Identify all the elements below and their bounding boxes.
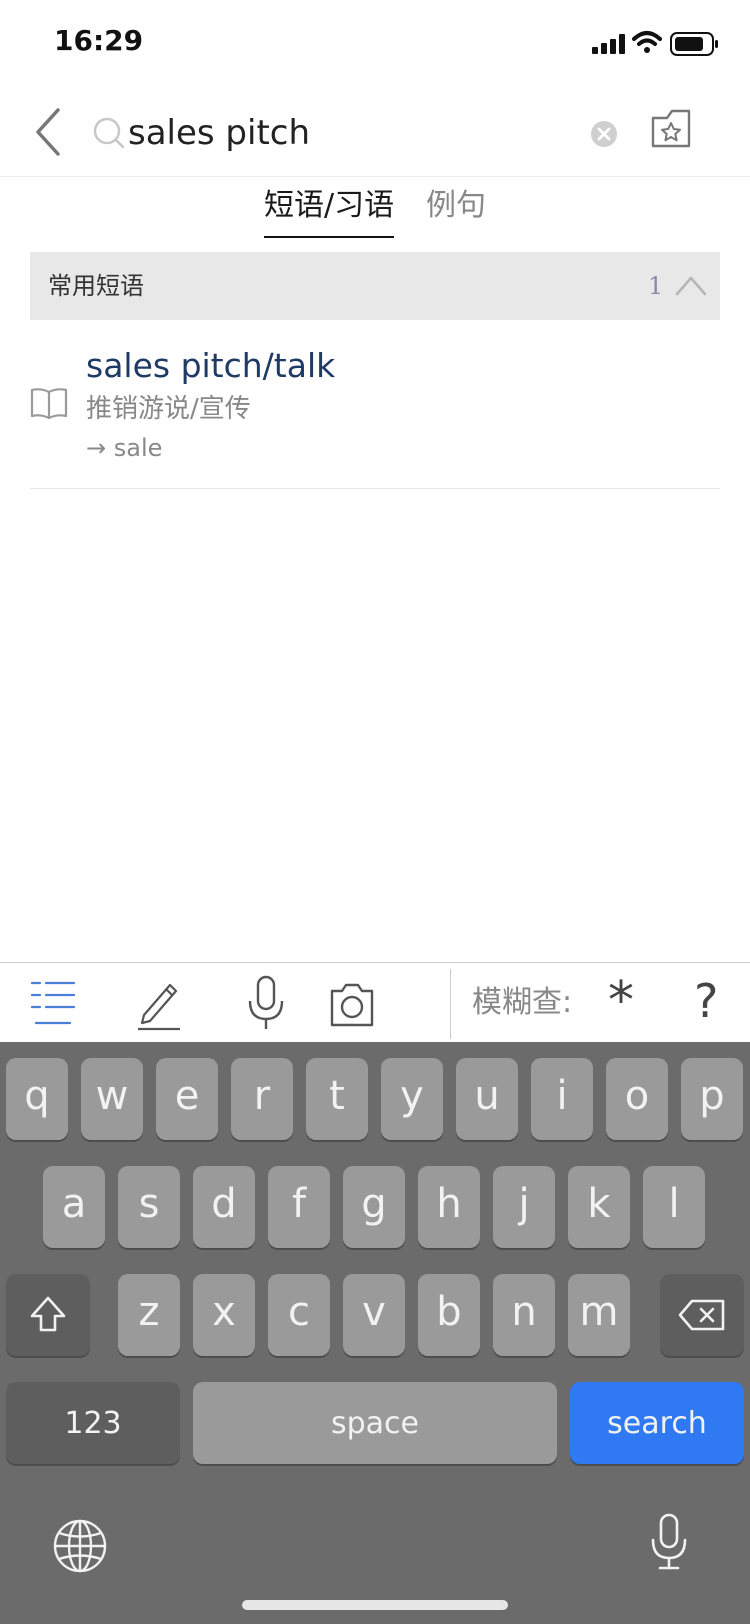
section-header-common-phrases[interactable]: 常用短语 1 xyxy=(30,252,720,320)
key-z[interactable]: z xyxy=(118,1274,180,1356)
shift-key[interactable] xyxy=(6,1274,90,1356)
camera-icon[interactable] xyxy=(328,975,376,1031)
key-w[interactable]: w xyxy=(81,1058,143,1140)
clear-icon[interactable] xyxy=(590,120,618,148)
section-count: 1 xyxy=(648,272,664,300)
list-item[interactable]: sales pitch/talk 推销游说/宣传 → sale xyxy=(30,330,720,489)
keyboard: q w e r t y u i o p a s d f g h j k l z … xyxy=(0,1042,750,1624)
search-header: sales pitch xyxy=(0,90,750,177)
key-m[interactable]: m xyxy=(568,1274,630,1356)
numbers-key-label: 123 xyxy=(64,1406,122,1441)
input-toolbar: 模糊查: * ? xyxy=(0,962,750,1043)
key-j[interactable]: j xyxy=(493,1166,555,1248)
toolbar-divider xyxy=(450,969,451,1039)
active-tab-underline xyxy=(264,236,394,238)
result-headword-link[interactable]: → sale xyxy=(86,430,162,466)
key-o[interactable]: o xyxy=(606,1058,668,1140)
favorites-folder-icon[interactable] xyxy=(650,108,692,150)
result-phrase[interactable]: sales pitch/talk xyxy=(86,344,335,388)
key-y[interactable]: y xyxy=(381,1058,443,1140)
result-tabs: 短语/习语 例句 xyxy=(0,176,750,242)
backspace-key[interactable] xyxy=(660,1274,744,1356)
key-u[interactable]: u xyxy=(456,1058,518,1140)
key-b[interactable]: b xyxy=(418,1274,480,1356)
dictation-microphone-icon[interactable] xyxy=(648,1512,690,1572)
section-title: 常用短语 xyxy=(48,272,144,300)
status-time: 16:29 xyxy=(54,24,144,57)
search-key-label: search xyxy=(607,1406,707,1441)
microphone-icon[interactable] xyxy=(246,975,286,1031)
collapse-chevron-icon[interactable] xyxy=(674,274,708,296)
key-c[interactable]: c xyxy=(268,1274,330,1356)
key-e[interactable]: e xyxy=(156,1058,218,1140)
key-l[interactable]: l xyxy=(643,1166,705,1248)
numbers-key[interactable]: 123 xyxy=(6,1382,180,1464)
key-p[interactable]: p xyxy=(681,1058,743,1140)
battery-icon xyxy=(670,32,718,56)
space-key-label: space xyxy=(330,1406,419,1441)
key-t[interactable]: t xyxy=(306,1058,368,1140)
key-i[interactable]: i xyxy=(531,1058,593,1140)
key-g[interactable]: g xyxy=(343,1166,405,1248)
key-q[interactable]: q xyxy=(6,1058,68,1140)
key-n[interactable]: n xyxy=(493,1274,555,1356)
search-query-text: sales pitch xyxy=(128,113,311,153)
home-indicator xyxy=(242,1600,508,1610)
key-d[interactable]: d xyxy=(193,1166,255,1248)
globe-icon[interactable] xyxy=(52,1518,108,1574)
search-key[interactable]: search xyxy=(570,1382,744,1464)
tab-phrases[interactable]: 短语/习语 xyxy=(264,184,394,228)
pencil-icon[interactable] xyxy=(136,975,182,1031)
backspace-icon xyxy=(678,1299,725,1331)
shift-icon xyxy=(30,1296,66,1332)
wifi-icon xyxy=(632,31,662,53)
signal-icon xyxy=(592,34,625,54)
key-k[interactable]: k xyxy=(568,1166,630,1248)
key-f[interactable]: f xyxy=(268,1166,330,1248)
key-v[interactable]: v xyxy=(343,1274,405,1356)
key-h[interactable]: h xyxy=(418,1166,480,1248)
fuzzy-search-label: 模糊查: xyxy=(472,985,573,1020)
result-meaning: 推销游说/宣传 xyxy=(86,394,251,424)
key-x[interactable]: x xyxy=(193,1274,255,1356)
key-s[interactable]: s xyxy=(118,1166,180,1248)
search-input[interactable]: sales pitch xyxy=(88,104,628,162)
key-r[interactable]: r xyxy=(231,1058,293,1140)
search-icon xyxy=(93,117,125,149)
status-bar: 16:29 xyxy=(0,0,750,90)
book-icon xyxy=(30,388,68,420)
list-icon[interactable] xyxy=(30,975,76,1031)
wildcard-question-button[interactable]: ? xyxy=(694,971,718,1031)
key-a[interactable]: a xyxy=(43,1166,105,1248)
tab-examples[interactable]: 例句 xyxy=(426,184,486,228)
space-key[interactable]: space xyxy=(193,1382,557,1464)
back-chevron-icon[interactable] xyxy=(28,104,68,160)
wildcard-star-button[interactable]: * xyxy=(608,971,634,1031)
